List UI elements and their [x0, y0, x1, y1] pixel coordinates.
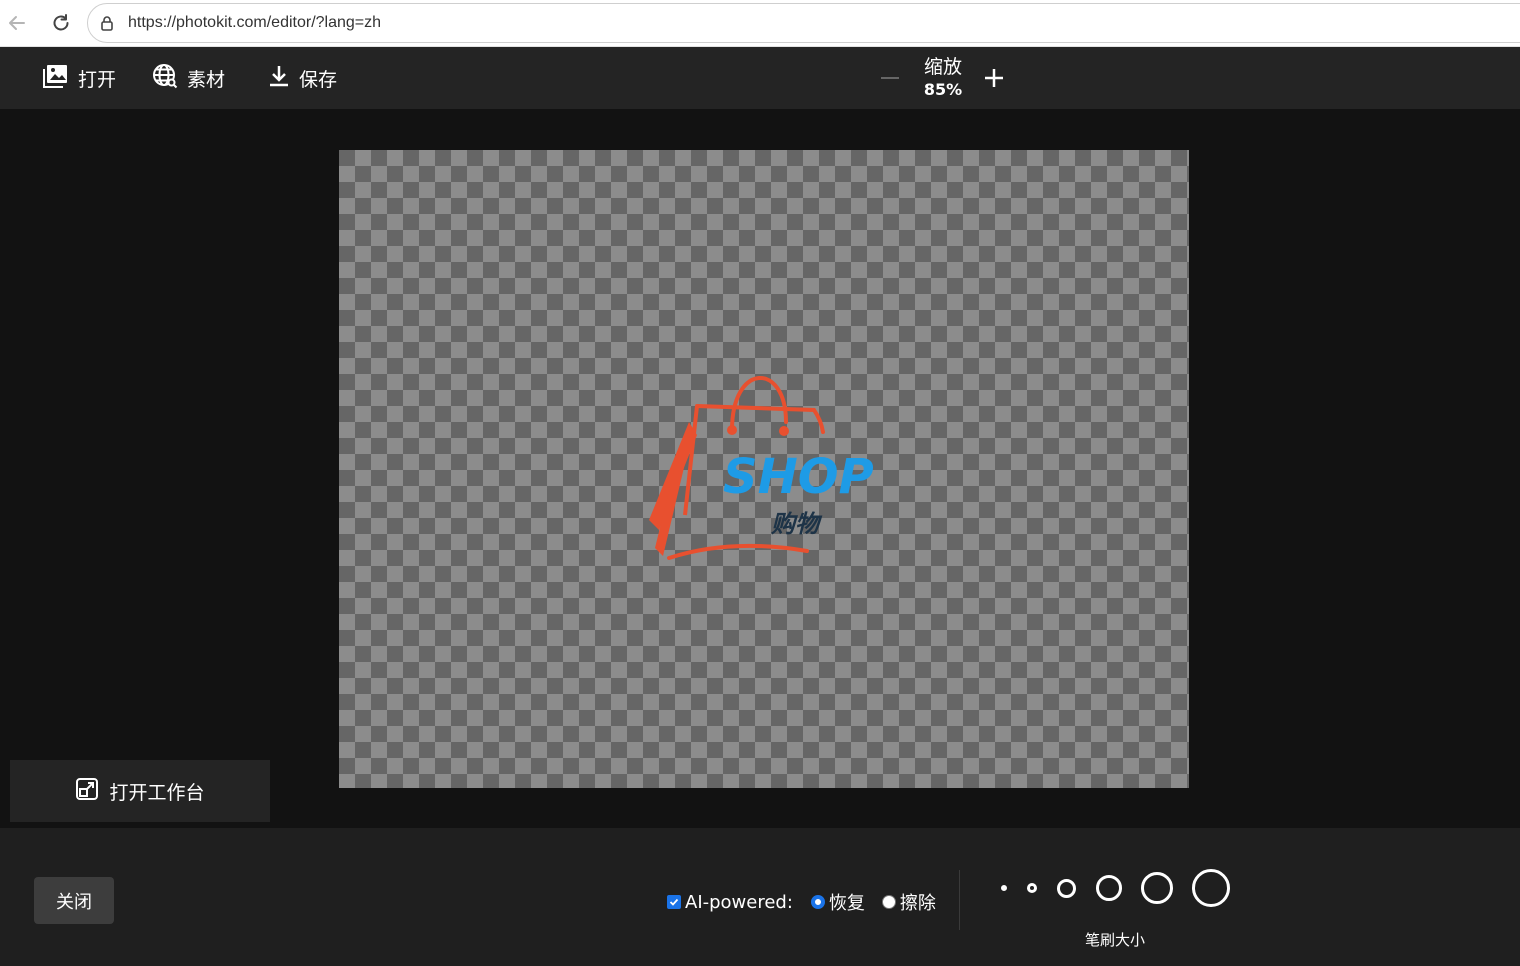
address-bar[interactable]: https://photokit.com/editor/?lang=zh [87, 3, 1520, 43]
logo-shop-text: SHOP [723, 449, 874, 505]
open-button[interactable]: 打开 [43, 47, 116, 109]
open-label: 打开 [78, 68, 117, 91]
site-info-icon[interactable] [98, 14, 116, 32]
globe-icon [152, 63, 178, 94]
editor-toolbar: 打开 素材 保存 缩放 85% [0, 47, 1520, 109]
mode-options: AI-powered: 恢复 擦除 [667, 888, 936, 916]
brush-size-1[interactable] [1001, 885, 1007, 891]
ai-powered-label: AI-powered: [685, 891, 793, 913]
workspace: SHOP 购物 打开工作台 [0, 109, 1520, 828]
assets-label: 素材 [187, 68, 226, 91]
browser-bar: https://photokit.com/editor/?lang=zh [0, 0, 1520, 47]
shop-logo-image: SHOP 购物 [649, 376, 874, 560]
minus-icon[interactable] [879, 67, 901, 89]
zoom-value: 85% [923, 80, 963, 99]
editor-canvas[interactable]: SHOP 购物 [339, 150, 1189, 788]
erase-label: 擦除 [899, 893, 936, 914]
divider [959, 870, 960, 930]
expand-window-icon [75, 777, 99, 806]
url-text[interactable]: https://photokit.com/editor/?lang=zh [128, 14, 381, 32]
plus-icon[interactable] [983, 67, 1005, 89]
logo-subtext: 购物 [770, 510, 823, 538]
image-icon [43, 64, 69, 93]
open-workbench-button[interactable]: 打开工作台 [10, 760, 270, 822]
save-label: 保存 [299, 68, 338, 91]
save-button[interactable]: 保存 [268, 47, 337, 109]
download-icon [268, 64, 290, 93]
brush-size-6[interactable] [1192, 869, 1230, 907]
restore-radio[interactable] [810, 895, 825, 909]
erase-option[interactable]: 擦除 [881, 889, 936, 915]
brush-size-label: 笔刷大小 [1084, 931, 1145, 949]
restore-label: 恢复 [828, 893, 865, 914]
bottom-panel: 关闭 AI-powered: 恢复 擦除 笔刷大小 [0, 828, 1520, 966]
reload-icon[interactable] [47, 9, 75, 37]
brush-size-4[interactable] [1096, 875, 1122, 901]
restore-option[interactable]: 恢复 [810, 889, 865, 915]
brush-size-3[interactable] [1057, 879, 1076, 898]
close-button[interactable]: 关闭 [34, 877, 114, 924]
erase-radio[interactable] [881, 895, 896, 909]
ai-powered-option[interactable]: AI-powered: [667, 892, 793, 913]
ai-powered-checkbox[interactable] [667, 895, 681, 909]
arrow-left-icon[interactable] [3, 9, 31, 37]
brush-size-2[interactable] [1027, 883, 1037, 893]
workbench-label: 打开工作台 [109, 781, 205, 804]
assets-button[interactable]: 素材 [152, 47, 225, 109]
zoom-label: 缩放 [923, 56, 962, 78]
brush-size-5[interactable] [1141, 872, 1173, 904]
